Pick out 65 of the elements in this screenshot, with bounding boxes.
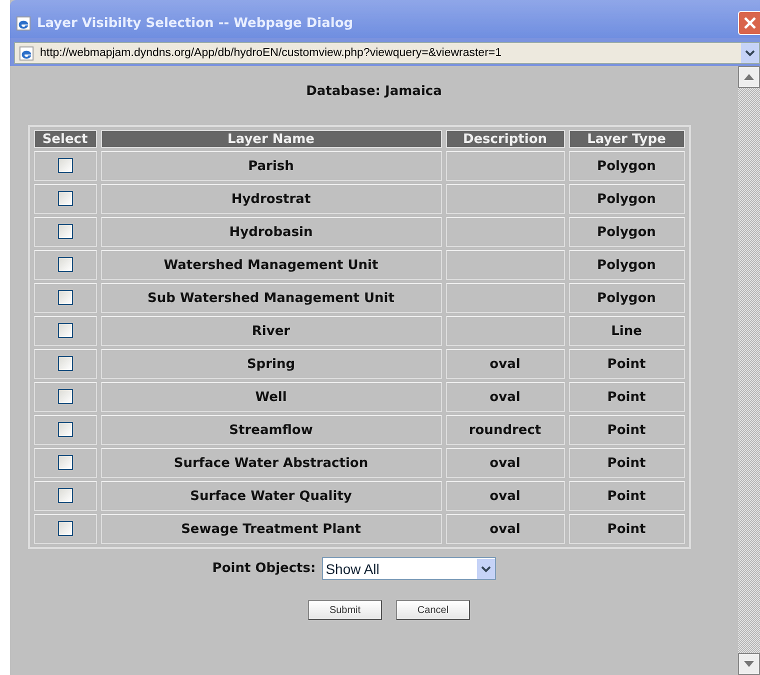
submit-button[interactable]: Submit <box>308 600 382 620</box>
checkbox[interactable] <box>58 158 72 174</box>
table-cell: Streamflow <box>100 415 442 445</box>
triangle-up-icon <box>744 74 754 80</box>
table-cell: Parish <box>100 151 442 181</box>
checkbox[interactable] <box>58 224 72 240</box>
point-objects-label: Point Objects: <box>212 561 316 576</box>
table-cell: Sub Watershed Management Unit <box>100 283 442 313</box>
table-cell: oval <box>446 448 564 478</box>
table-cell: Polygon <box>568 217 684 247</box>
checkbox[interactable] <box>58 323 72 338</box>
database-heading: Database: Jamaica <box>306 84 442 99</box>
table-cell: Hydrostrat <box>100 184 442 214</box>
checkbox[interactable] <box>58 521 72 536</box>
checkbox[interactable] <box>58 455 72 470</box>
table-cell: oval <box>446 481 564 511</box>
close-button[interactable] <box>738 11 760 35</box>
table-cell: Point <box>568 415 684 445</box>
table-cell: Polygon <box>568 283 684 313</box>
checkbox[interactable] <box>58 356 72 372</box>
table-cell: Sewage Treatment Plant <box>100 514 442 544</box>
table-cell: roundrect <box>446 415 564 445</box>
url-text: http://webmapjam.dyndns.org/App/db/hydroEN/customview.php?viewquery=&viewraster=1 <box>40 47 503 59</box>
browser-icon <box>19 46 34 60</box>
checkbox[interactable] <box>58 422 72 438</box>
checkbox[interactable] <box>58 257 72 272</box>
table-cell: Point <box>568 382 684 412</box>
column-header: Layer Name <box>100 130 442 148</box>
table-cell: Surface Water Abstraction <box>100 448 442 478</box>
scroll-up-button[interactable] <box>738 66 760 88</box>
checkbox[interactable] <box>58 488 72 504</box>
dropdown-button[interactable] <box>741 43 759 63</box>
column-header: Layer Type <box>568 130 684 148</box>
table-cell: Hydrobasin <box>100 217 442 247</box>
table-cell: Point <box>568 448 684 478</box>
scrollbar[interactable] <box>738 66 760 675</box>
chevron-down-icon <box>745 49 755 57</box>
table-cell: Surface Water Quality <box>100 481 442 511</box>
table-cell: Watershed Management Unit <box>100 250 442 280</box>
table-cell: oval <box>446 349 564 379</box>
table-cell: Polygon <box>568 151 684 181</box>
table-cell: Spring <box>100 349 442 379</box>
table-cell: River <box>100 316 442 346</box>
table-cell: Point <box>568 481 684 511</box>
triangle-down-icon <box>744 661 754 667</box>
browser-icon <box>16 16 31 30</box>
checkbox[interactable] <box>58 389 72 404</box>
scroll-down-button[interactable] <box>738 653 760 675</box>
column-header: Select <box>34 130 96 148</box>
checkbox[interactable] <box>58 290 72 306</box>
table-cell: Point <box>568 349 684 379</box>
close-icon <box>742 16 756 30</box>
table-cell: Polygon <box>568 250 684 280</box>
table-cell: oval <box>446 382 564 412</box>
table-cell: Well <box>100 382 442 412</box>
table-cell: Point <box>568 514 684 544</box>
address-bar[interactable]: http://webmapjam.dyndns.org/App/db/hydroEN/customview.php?viewquery=&viewraster=1 <box>14 42 760 64</box>
point-objects-select[interactable]: Show All <box>322 557 496 580</box>
window-title: Layer Visibilty Selection -- Webpage Dialog <box>37 16 354 30</box>
column-header: Description <box>446 130 564 148</box>
table-cell: Line <box>568 316 684 346</box>
checkbox[interactable] <box>58 191 72 206</box>
table-cell: oval <box>446 514 564 544</box>
cancel-button[interactable]: Cancel <box>396 600 470 620</box>
table-cell: Polygon <box>568 184 684 214</box>
